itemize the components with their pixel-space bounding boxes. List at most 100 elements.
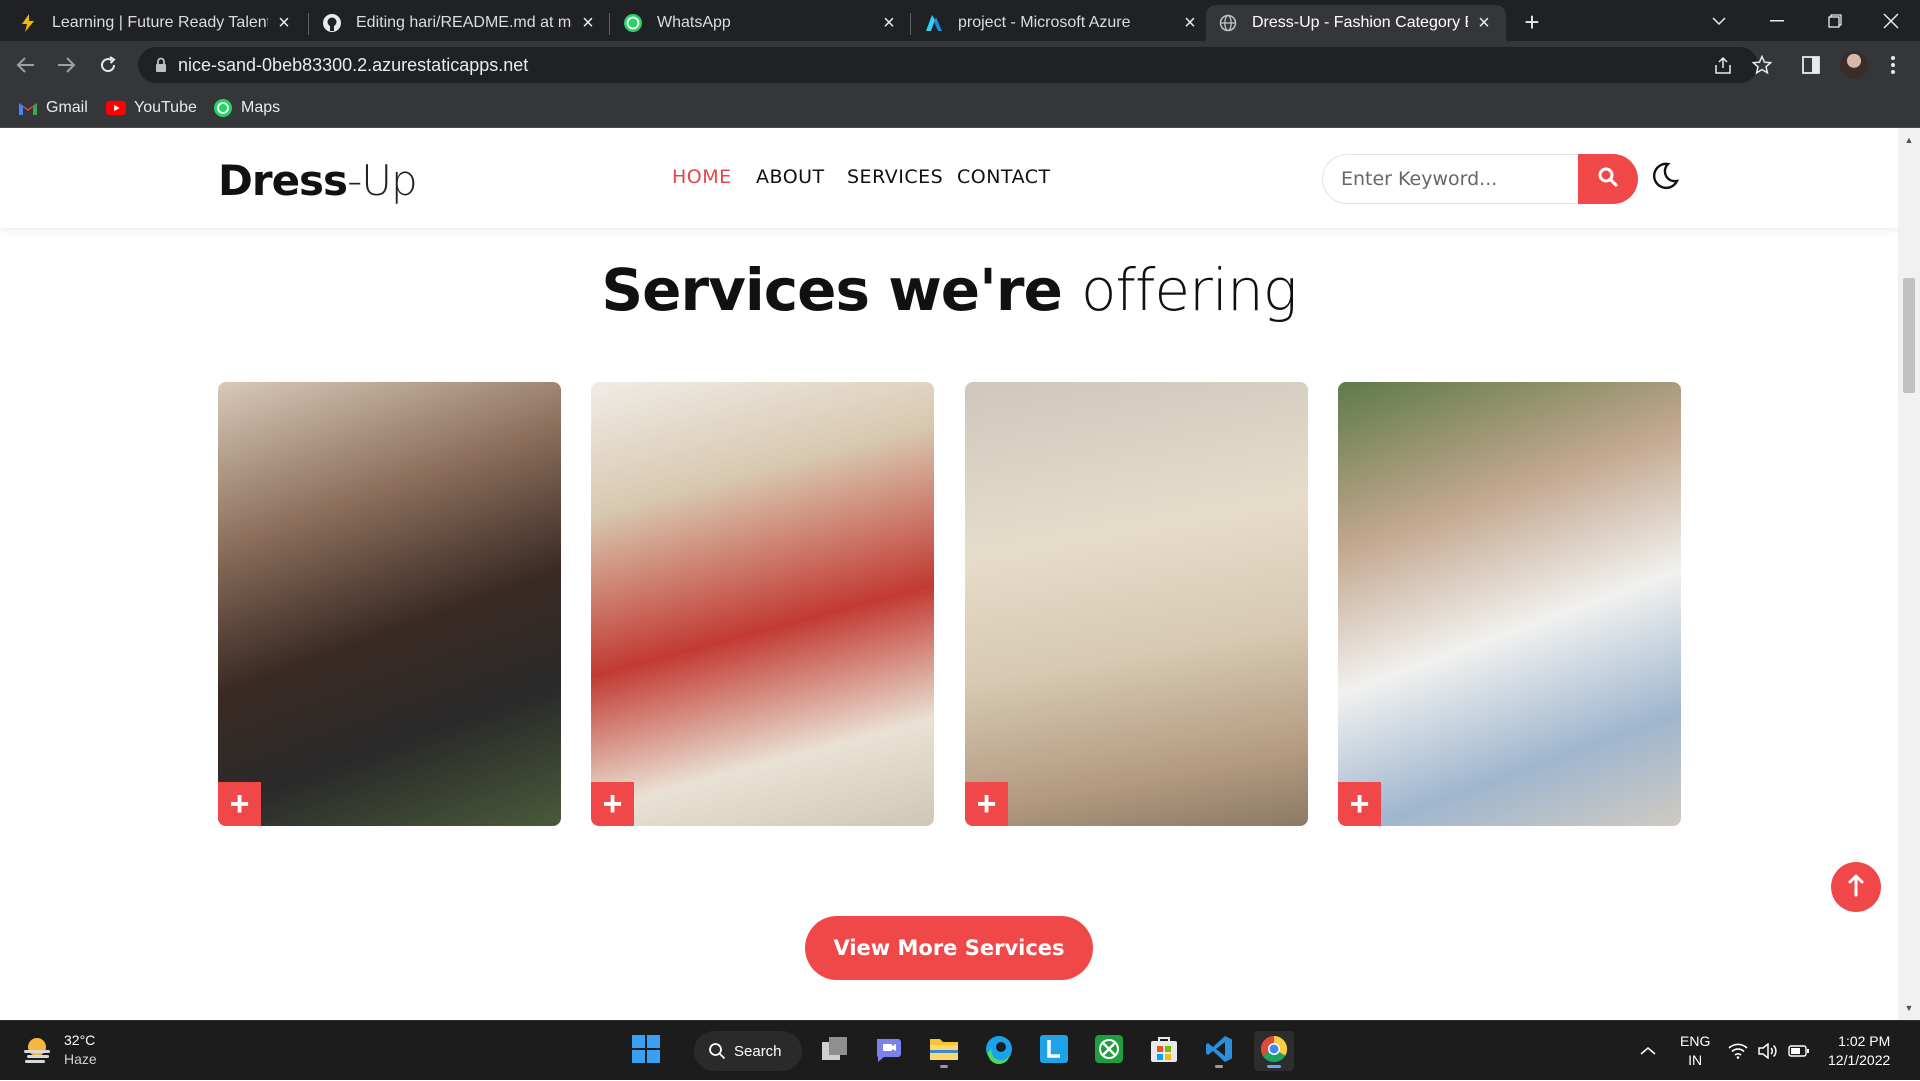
search-icon	[708, 1042, 726, 1060]
tray-overflow-chevron-icon[interactable]	[1640, 1021, 1656, 1081]
share-icon[interactable]	[1712, 55, 1734, 77]
section-title: Services we're offering	[0, 256, 1898, 324]
tab-learning[interactable]: Learning | Future Ready Talent ×	[6, 5, 306, 41]
minimize-button[interactable]	[1748, 0, 1806, 41]
tab-azure[interactable]: project - Microsoft Azure ×	[912, 5, 1212, 41]
microsoft-store-button[interactable]	[1144, 1031, 1184, 1071]
language-indicator[interactable]: ENG IN	[1680, 1021, 1710, 1081]
moon-icon	[1651, 161, 1680, 196]
kebab-menu-icon[interactable]	[1878, 50, 1908, 80]
close-icon[interactable]: ×	[274, 12, 294, 34]
nav-home[interactable]: HOME	[672, 166, 732, 188]
l-app-icon	[1039, 1034, 1069, 1069]
scroll-up-arrow-icon[interactable]: ▲	[1898, 132, 1920, 148]
reload-button[interactable]	[92, 49, 124, 81]
edge-icon	[984, 1034, 1014, 1069]
tab-search-chevron-icon[interactable]	[1690, 0, 1748, 41]
web-page: Dress-Up HOME ABOUT SERVICES CONTACT Ser…	[0, 128, 1898, 1020]
section-title-bold: Services we're	[601, 256, 1062, 324]
forward-button[interactable]	[50, 49, 82, 81]
battery-icon[interactable]	[1788, 1021, 1810, 1081]
logo-light-text: -Up	[347, 156, 418, 205]
service-card-sewing-machine[interactable]: +	[591, 382, 934, 826]
close-icon[interactable]: ×	[1180, 12, 1200, 34]
tab-separator	[609, 13, 610, 35]
side-panel-icon[interactable]	[1796, 50, 1826, 80]
url-text: nice-sand-0beb83300.2.azurestaticapps.ne…	[178, 55, 529, 75]
scroll-to-top-button[interactable]	[1831, 862, 1881, 912]
tab-whatsapp[interactable]: WhatsApp ×	[611, 5, 911, 41]
close-icon[interactable]: ×	[879, 12, 899, 34]
chat-icon	[874, 1035, 904, 1068]
volume-icon[interactable]	[1758, 1021, 1778, 1081]
github-icon	[322, 13, 342, 33]
bookmark-label: Gmail	[46, 99, 88, 116]
vscode-button[interactable]	[1199, 1031, 1239, 1071]
globe-icon	[1218, 13, 1238, 33]
nav-about[interactable]: ABOUT	[756, 166, 825, 188]
lock-icon	[152, 56, 170, 74]
back-button[interactable]	[10, 49, 42, 81]
bookmark-maps[interactable]: Maps	[213, 96, 280, 120]
azure-icon	[924, 13, 944, 33]
taskbar-search[interactable]: Search	[694, 1031, 802, 1071]
scroll-down-arrow-icon[interactable]: ▼	[1898, 1000, 1920, 1016]
new-tab-button[interactable]: +	[1518, 7, 1546, 37]
language-code: ENG	[1680, 1033, 1711, 1049]
tab-title: Editing hari/README.md at main	[356, 14, 572, 31]
haze-sun-icon	[20, 1033, 54, 1067]
close-window-button[interactable]	[1862, 0, 1920, 41]
start-button[interactable]	[626, 1031, 666, 1071]
weather-widget[interactable]: 32°C Haze	[20, 1031, 97, 1069]
page-scrollbar[interactable]: ▲ ▼	[1898, 128, 1920, 1020]
store-icon	[1149, 1034, 1179, 1069]
whatsapp-icon	[623, 13, 643, 33]
learning-app-button[interactable]	[1034, 1031, 1074, 1071]
bookmark-youtube[interactable]: YouTube	[106, 96, 197, 120]
tab-title: Dress-Up - Fashion Category Boo	[1252, 14, 1468, 31]
task-view-button[interactable]	[815, 1031, 855, 1071]
system-clock[interactable]: 1:02 PM 12/1/2022	[1828, 1032, 1890, 1070]
close-icon[interactable]: ×	[1474, 12, 1494, 34]
plus-icon[interactable]: +	[965, 782, 1008, 826]
bolt-icon	[18, 13, 38, 33]
tab-title: Learning | Future Ready Talent	[52, 14, 268, 31]
file-explorer-button[interactable]	[924, 1031, 964, 1071]
gmail-icon	[18, 98, 38, 118]
task-view-icon	[821, 1036, 849, 1067]
dark-mode-toggle[interactable]	[1648, 158, 1682, 198]
tab-github[interactable]: Editing hari/README.md at main ×	[310, 5, 610, 41]
service-card-tailoring[interactable]: +	[965, 382, 1308, 826]
nav-contact[interactable]: CONTACT	[957, 166, 1051, 188]
arrow-up-icon	[1847, 873, 1865, 902]
edge-button[interactable]	[979, 1031, 1019, 1071]
chrome-button[interactable]	[1254, 1031, 1294, 1071]
xbox-button[interactable]	[1089, 1031, 1129, 1071]
search-button[interactable]	[1578, 154, 1638, 204]
plus-icon[interactable]: +	[591, 782, 634, 826]
service-card-hand-sewing[interactable]: +	[1338, 382, 1681, 826]
teams-chat-button[interactable]	[869, 1031, 909, 1071]
profile-avatar[interactable]	[1840, 51, 1868, 79]
plus-icon[interactable]: +	[1338, 782, 1381, 826]
region-code: IN	[1688, 1052, 1703, 1068]
search-input[interactable]	[1322, 154, 1578, 204]
bookmark-star-icon[interactable]	[1747, 50, 1777, 80]
wifi-icon[interactable]	[1728, 1021, 1748, 1081]
browser-tab-strip: Learning | Future Ready Talent × Editing…	[0, 0, 1920, 41]
address-bar[interactable]: nice-sand-0beb83300.2.azurestaticapps.ne…	[138, 47, 1758, 83]
service-card-tape-measure[interactable]: +	[218, 382, 561, 826]
scrollbar-thumb[interactable]	[1903, 278, 1915, 393]
close-icon[interactable]: ×	[578, 12, 598, 34]
nav-services[interactable]: SERVICES	[847, 166, 943, 188]
restore-button[interactable]	[1806, 0, 1864, 41]
site-logo[interactable]: Dress-Up	[218, 156, 418, 205]
view-more-services-button[interactable]: View More Services	[805, 916, 1093, 980]
vscode-icon	[1204, 1034, 1234, 1069]
windows-icon	[631, 1034, 661, 1069]
plus-icon[interactable]: +	[218, 782, 261, 826]
bookmark-gmail[interactable]: Gmail	[18, 96, 88, 120]
tab-dress-up[interactable]: Dress-Up - Fashion Category Boo ×	[1206, 5, 1506, 41]
running-indicator	[1267, 1065, 1281, 1068]
bookmarks-bar: Gmail YouTube Maps	[0, 88, 1920, 128]
